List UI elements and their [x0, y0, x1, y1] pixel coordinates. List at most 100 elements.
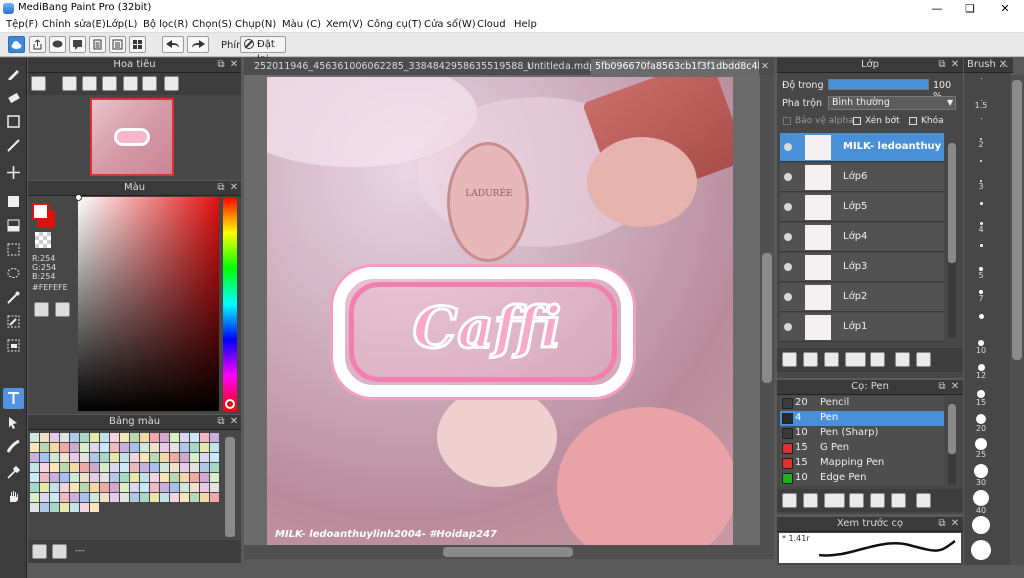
menu-cloud[interactable]: Cloud: [477, 19, 506, 30]
palette-swatch[interactable]: [80, 463, 89, 472]
panel-close-icon[interactable]: ✕: [950, 380, 960, 394]
palette-swatch[interactable]: [120, 463, 129, 472]
panel-float-icon[interactable]: ⧉: [216, 58, 226, 72]
palette-swatch[interactable]: [100, 443, 109, 452]
palette-swatch[interactable]: [40, 473, 49, 482]
palette-swatch[interactable]: [210, 483, 219, 492]
comment-icon[interactable]: [49, 36, 66, 53]
share-icon[interactable]: [29, 36, 46, 53]
layer-list-scrollbar[interactable]: [948, 143, 956, 338]
palette-swatch[interactable]: [150, 463, 159, 472]
palette-swatch[interactable]: [60, 463, 69, 472]
palette-swatch[interactable]: [50, 463, 59, 472]
palette-swatch[interactable]: [40, 463, 49, 472]
actual-size-icon[interactable]: [102, 76, 117, 91]
palette-swatch[interactable]: [210, 433, 219, 442]
palette-swatch[interactable]: [70, 503, 79, 512]
palette-swatch[interactable]: [50, 433, 59, 442]
palette-swatch[interactable]: [200, 443, 209, 452]
palette-swatch[interactable]: [170, 473, 179, 482]
layer-row[interactable]: Lớp1: [780, 313, 944, 342]
palette-swatch[interactable]: [100, 433, 109, 442]
panel-float-icon[interactable]: ⧉: [937, 380, 947, 394]
palette-swatch[interactable]: [160, 473, 169, 482]
primary-color-swatch[interactable]: [32, 203, 49, 220]
merge-layer-icon[interactable]: [895, 352, 910, 367]
palette-swatch[interactable]: [130, 433, 139, 442]
palette-scrollbar[interactable]: [225, 437, 235, 537]
rotate-reset-icon[interactable]: [142, 76, 157, 91]
palette-swatch[interactable]: [170, 463, 179, 472]
brush-settings-icon[interactable]: [849, 493, 864, 508]
minimize-button[interactable]: —: [920, 0, 954, 17]
brush-size-option[interactable]: [966, 540, 996, 560]
dot-tool-icon[interactable]: [3, 111, 24, 132]
palette-swatch[interactable]: [120, 483, 129, 492]
cloud-icon[interactable]: [8, 36, 25, 53]
panel-close-icon[interactable]: ✕: [229, 58, 239, 72]
menu-view[interactable]: Xem(V): [326, 19, 363, 30]
palette-swatch[interactable]: [100, 483, 109, 492]
palette-swatch[interactable]: [140, 433, 149, 442]
palette-swatch[interactable]: [130, 493, 139, 502]
undo-icon[interactable]: [162, 36, 184, 53]
palette-swatch[interactable]: [50, 483, 59, 492]
brush-row[interactable]: 10 Edge Pen: [780, 471, 944, 486]
palette-swatch[interactable]: [150, 493, 159, 502]
palette-swatch[interactable]: [40, 443, 49, 452]
brush-size-option[interactable]: 10: [966, 340, 996, 355]
palette-swatch[interactable]: [30, 483, 39, 492]
palette-swatch[interactable]: [40, 503, 49, 512]
move-tool-icon[interactable]: [3, 162, 24, 183]
select-eraser-icon[interactable]: [3, 335, 24, 356]
layer-scroll-thumb[interactable]: [948, 143, 956, 263]
palette-swatch[interactable]: [140, 473, 149, 482]
fill-tool-icon[interactable]: [3, 191, 24, 212]
menu-select[interactable]: Chọn(S): [192, 19, 232, 30]
palette-swatch[interactable]: [60, 443, 69, 452]
new-palette-icon[interactable]: [32, 544, 47, 559]
lasso-tool-icon[interactable]: [3, 263, 24, 284]
zoom-in-icon[interactable]: [31, 76, 46, 91]
eye-icon[interactable]: [784, 233, 792, 241]
palette-swatch[interactable]: [180, 493, 189, 502]
palette-swatch[interactable]: [190, 463, 199, 472]
palette-swatch[interactable]: [40, 493, 49, 502]
canvas-area[interactable]: LADURÉE Caffi MILK- ledoanthuylinh2004- …: [244, 75, 774, 545]
protect-alpha-checkbox[interactable]: [783, 117, 791, 125]
brush-copy-icon[interactable]: [891, 493, 906, 508]
palette-swatch[interactable]: [90, 503, 99, 512]
palette-swatch[interactable]: [30, 503, 39, 512]
hue-slider[interactable]: [223, 197, 237, 411]
palette-swatch[interactable]: [190, 473, 199, 482]
palette-swatch[interactable]: [180, 443, 189, 452]
menu-filter[interactable]: Bộ lọc(R): [143, 19, 188, 30]
palette-swatch[interactable]: [70, 473, 79, 482]
layer-row[interactable]: Lớp5: [780, 193, 944, 222]
palette-swatch[interactable]: [70, 443, 79, 452]
palette-swatch[interactable]: [30, 463, 39, 472]
palette-swatch[interactable]: [80, 493, 89, 502]
palette-swatch[interactable]: [90, 433, 99, 442]
layer-row[interactable]: MILK- ledoanthuy: [780, 133, 944, 162]
palette-swatch[interactable]: [80, 433, 89, 442]
menu-window[interactable]: Cửa sổ(W): [424, 19, 476, 30]
close-button[interactable]: ✕: [988, 0, 1022, 17]
palette-swatch[interactable]: [30, 473, 39, 482]
palette-swatch[interactable]: [100, 463, 109, 472]
document-icon[interactable]: [89, 36, 106, 53]
brush-size-option[interactable]: [966, 244, 996, 247]
palette-swatch[interactable]: [110, 433, 119, 442]
palette-swatch[interactable]: [210, 473, 219, 482]
palette-swatch[interactable]: [200, 473, 209, 482]
palette-swatch[interactable]: [130, 443, 139, 452]
brush-size-option[interactable]: [966, 160, 996, 162]
brush-add-icon[interactable]: [782, 493, 797, 508]
palette-swatch[interactable]: [160, 463, 169, 472]
horizontal-scroll-thumb[interactable]: [443, 547, 573, 557]
vertical-scroll-thumb[interactable]: [762, 253, 772, 383]
eye-icon[interactable]: [784, 143, 792, 151]
brush-size-option[interactable]: 25: [966, 438, 996, 459]
palette-swatch[interactable]: [170, 493, 179, 502]
panel-close-icon[interactable]: ✕: [229, 415, 239, 429]
